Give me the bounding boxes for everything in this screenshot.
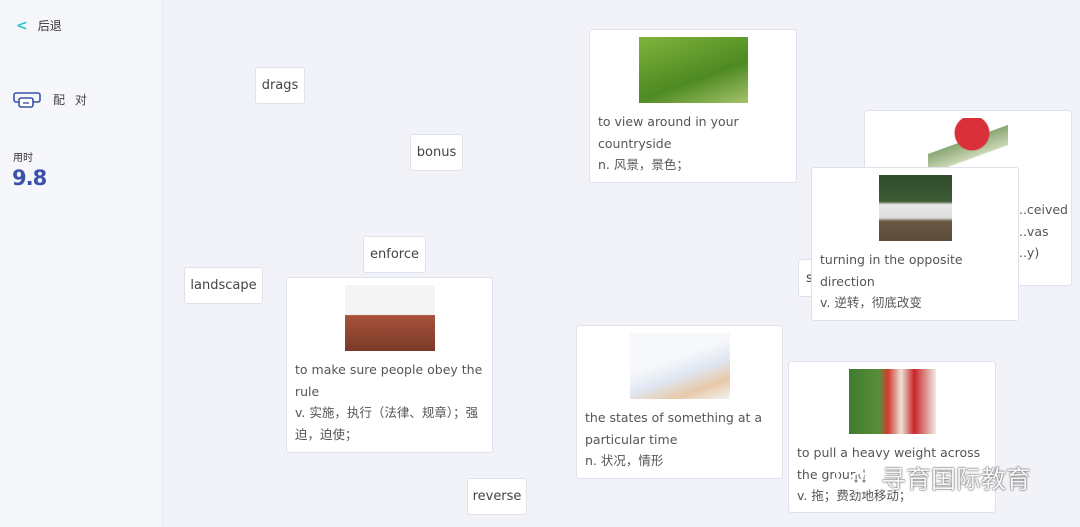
card-definition: the states of something at a particular … bbox=[585, 410, 763, 447]
status-form-image bbox=[629, 333, 730, 399]
card-translation: v. 逆转，彻底改变 bbox=[820, 295, 922, 310]
card-definition: ...ceived ...vas ...y) bbox=[1015, 202, 1068, 260]
term-tile-bonus[interactable]: bonus bbox=[410, 134, 463, 171]
card-translation: n. 风景，景色； bbox=[598, 157, 689, 172]
sidebar: < 后退 配 对 用时 9.8 bbox=[0, 0, 163, 527]
term-tile-reverse[interactable]: reverse bbox=[467, 478, 527, 515]
children-dragging-tree-image bbox=[848, 369, 936, 434]
watermark: 寻育国际教育 bbox=[835, 460, 1031, 496]
watermark-text: 寻育国际教育 bbox=[881, 465, 1032, 494]
definition-card-status[interactable]: the states of something at a particular … bbox=[576, 325, 783, 479]
back-button[interactable]: < 后退 bbox=[16, 17, 62, 34]
term-tile-enforce[interactable]: enforce bbox=[363, 236, 426, 273]
mode-indicator: 配 对 bbox=[13, 91, 90, 108]
card-translation: v. 实施，执行（法律、规章）；强迫，迫使； bbox=[295, 405, 479, 442]
definition-card-landscape[interactable]: to view around in your countryside n. 风景… bbox=[589, 29, 797, 183]
term-tile-landscape[interactable]: landscape bbox=[184, 267, 263, 304]
term-tile-drags[interactable]: drags bbox=[255, 67, 305, 104]
card-translation: n. 状况，情形 bbox=[585, 453, 664, 468]
time-label: 用时 bbox=[13, 153, 33, 164]
card-definition: to view around in your countryside bbox=[598, 114, 739, 151]
definition-card-enforce[interactable]: to make sure people obey the rule v. 实施，… bbox=[286, 277, 493, 453]
mode-label: 配 对 bbox=[53, 93, 90, 107]
chevron-left-icon: < bbox=[16, 17, 28, 34]
match-mode-icon bbox=[13, 91, 41, 108]
horse-rider-image bbox=[878, 175, 952, 241]
card-definition: to make sure people obey the rule bbox=[295, 362, 483, 399]
time-value: 9.8 bbox=[12, 166, 47, 190]
landscape-image bbox=[638, 37, 748, 103]
definition-card-reverse[interactable]: turning in the opposite direction v. 逆转，… bbox=[811, 167, 1019, 321]
back-label: 后退 bbox=[37, 19, 62, 33]
sign-image bbox=[344, 285, 435, 351]
wechat-icon bbox=[836, 463, 872, 492]
gift-money-image bbox=[928, 118, 1008, 168]
card-definition: turning in the opposite direction bbox=[820, 252, 963, 289]
